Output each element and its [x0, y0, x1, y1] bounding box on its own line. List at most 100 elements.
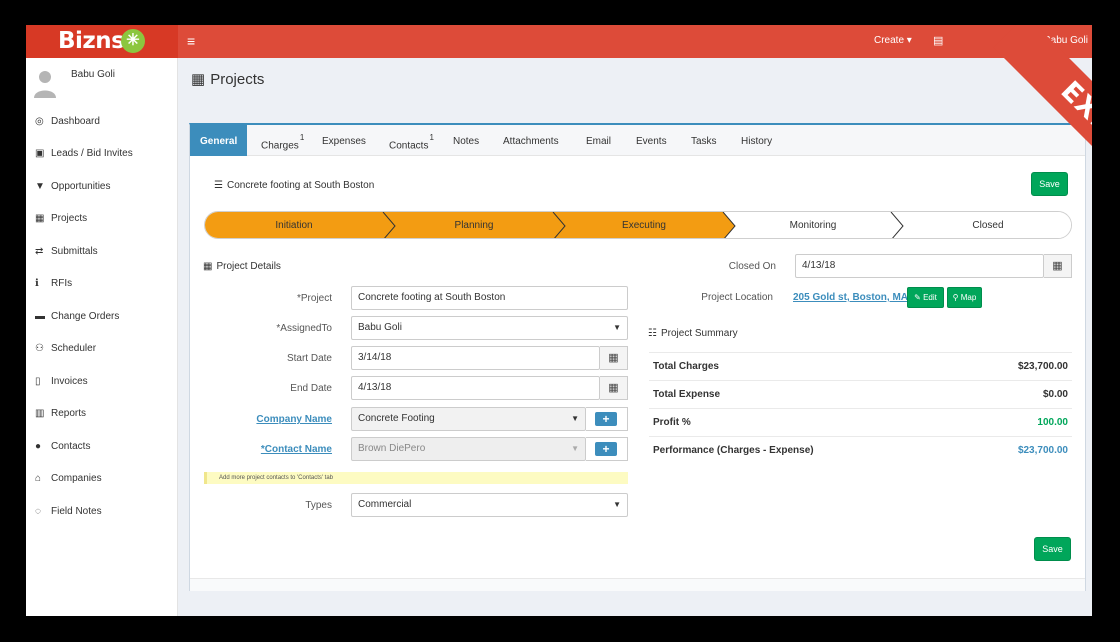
page-title-text: Projects [210, 70, 265, 88]
project-summary-title: Project Summary [660, 328, 738, 339]
add-contact-button[interactable]: + [595, 442, 617, 456]
tab-charges[interactable]: Charges1 [251, 125, 314, 156]
tab-contacts[interactable]: Contacts1 [379, 125, 444, 156]
tab-badge: 1 [299, 133, 305, 142]
sidebar-item-change-orders[interactable]: ▬ Change Orders [26, 301, 178, 331]
sidebar-item-label: Submittals [51, 245, 98, 257]
project-input[interactable]: Concrete footing at South Boston [351, 286, 628, 310]
assigned-to-value: Babu Goli [358, 322, 402, 333]
caret-down-icon: ▼ [571, 444, 579, 453]
tab-notes[interactable]: Notes [443, 125, 489, 156]
bar-chart-icon: ▥ [35, 408, 45, 419]
list-icon: ☰ [214, 180, 223, 191]
tab-label: Events [636, 136, 667, 147]
map-label: Map [960, 293, 977, 302]
sidebar-item-label: Change Orders [51, 310, 120, 322]
info-icon: ℹ [35, 278, 39, 289]
sidebar-item-opportunities[interactable]: ▼ Opportunities [26, 171, 178, 201]
stage-planning[interactable]: Planning [395, 212, 553, 238]
calendar-icon[interactable]: ▦ [600, 376, 628, 400]
sidebar-item-field-notes[interactable]: ◌ Field Notes [26, 496, 178, 526]
calendar-icon[interactable]: ▦ [600, 346, 628, 370]
contact-select[interactable]: Brown DiePero ▼ [351, 437, 586, 461]
sidebar-item-label: Scheduler [51, 343, 97, 354]
sidebar-item-dashboard[interactable]: ◎ Dashboard [26, 106, 178, 136]
sidebar-item-label: Opportunities [51, 180, 111, 192]
sidebar-item-submittals[interactable]: ⇄ Submittals [26, 236, 178, 266]
sidebar-item-contacts[interactable]: ● Contacts [26, 431, 178, 461]
sidebar-item-invoices[interactable]: ▯ Invoices [26, 366, 178, 396]
assigned-to-select[interactable]: Babu Goli ▼ [351, 316, 628, 340]
tab-events[interactable]: Events [626, 125, 677, 156]
sidebar-item-leads-bid-invites[interactable]: ▣ Leads / Bid Invites [26, 139, 178, 169]
sidebar-item-reports[interactable]: ▥ Reports [26, 399, 178, 429]
sidebar-item-companies[interactable]: ⌂ Companies [26, 464, 178, 494]
summary-label: Profit % [653, 417, 691, 428]
logo[interactable]: Bizns ✳ [26, 25, 178, 58]
calendar-icon[interactable]: ▦ [1044, 254, 1072, 278]
panel-footer [190, 578, 1085, 591]
tab-label: Tasks [691, 136, 717, 147]
project-location-label: Project Location [701, 292, 773, 303]
company-name-link[interactable]: Company Name [230, 414, 332, 425]
types-label: Types [305, 500, 332, 511]
sidebar: Babu Goli ◎ Dashboard ▣ Leads / Bid Invites… [26, 58, 178, 616]
start-date-label: Start Date [286, 353, 332, 364]
briefcase-icon: ▦ [191, 71, 206, 88]
tab-tasks[interactable]: Tasks [681, 125, 727, 156]
tab-label: Expenses [322, 136, 366, 147]
tab-general[interactable]: General [190, 125, 248, 156]
sidebar-item-label: Dashboard [51, 115, 100, 127]
caret-down-icon: ▼ [571, 414, 579, 423]
tab-label: Contacts [389, 140, 429, 152]
create-label: Create [874, 35, 905, 46]
closed-on-input[interactable]: 4/13/18 [795, 254, 1044, 278]
brand-name: Bizns [58, 28, 125, 54]
tab-attachments[interactable]: Attachments [493, 125, 569, 156]
map-marker-icon: ⚲ [952, 293, 959, 302]
page-title: ▦ Projects [191, 70, 265, 89]
leads-icon: ▣ [35, 148, 45, 159]
closed-on-label: Closed On [728, 261, 776, 272]
add-company-button[interactable]: + [595, 412, 617, 426]
filter-icon: ▼ [35, 180, 45, 192]
menu-toggle-icon[interactable]: ≡ [187, 33, 195, 49]
save-button-top[interactable]: Save [1031, 172, 1068, 196]
summary-value: $23,700.00 [1017, 361, 1068, 372]
save-button-bottom[interactable]: Save [1034, 537, 1071, 561]
sidebar-item-label: Contacts [51, 440, 91, 452]
tab-history[interactable]: History [731, 125, 782, 156]
sidebar-item-projects[interactable]: ▦ Projects [26, 204, 178, 234]
create-menu[interactable]: Create ▾ [874, 35, 912, 46]
edit-location-button[interactable]: ✎ Edit [907, 287, 944, 308]
company-select[interactable]: Concrete Footing ▼ [351, 407, 586, 431]
stage-monitoring[interactable]: Monitoring [735, 212, 891, 238]
tab-label: History [741, 136, 773, 147]
avatar [34, 71, 56, 98]
summary-row: Performance (Charges - Expense) $23,700.0… [649, 436, 1072, 464]
comment-icon: ◌ [35, 505, 41, 517]
project-location-link[interactable]: 205 Gold st, Boston, MA, , [793, 292, 916, 303]
start-date-input[interactable]: 3/14/18 [351, 346, 600, 370]
edit-label: Edit [923, 293, 937, 302]
types-select[interactable]: Commercial ▼ [351, 493, 628, 517]
tab-label: Notes [453, 136, 480, 147]
sidebar-item-rfis[interactable]: ℹ RFIs [26, 269, 178, 299]
contact-name-link[interactable]: *Contact Name [230, 444, 332, 455]
stage-executing[interactable]: Executing [565, 212, 723, 238]
sidebar-item-scheduler[interactable]: ⚇ Scheduler [26, 334, 178, 364]
tab-email[interactable]: Email [576, 125, 621, 156]
project-details-title: Project Details [216, 261, 281, 272]
tab-expenses[interactable]: Expenses [312, 125, 376, 156]
summary-row: Total Charges $23,700.00 [649, 352, 1072, 380]
calendar-icon[interactable]: ▤ [933, 34, 943, 47]
company-value: Concrete Footing [358, 413, 435, 424]
map-button[interactable]: ⚲ Map [947, 287, 982, 308]
stage-closed[interactable]: Closed [903, 212, 1071, 238]
project-details-heading: ▦ Project Details [203, 261, 281, 272]
stage-initiation[interactable]: Initiation [205, 212, 383, 238]
caret-down-icon: ▼ [613, 500, 621, 509]
stage-pipeline: Initiation Planning Executing Monitoring Clo… [204, 211, 1072, 239]
end-date-input[interactable]: 4/13/18 [351, 376, 600, 400]
brand-mark-icon: ✳ [121, 29, 145, 53]
